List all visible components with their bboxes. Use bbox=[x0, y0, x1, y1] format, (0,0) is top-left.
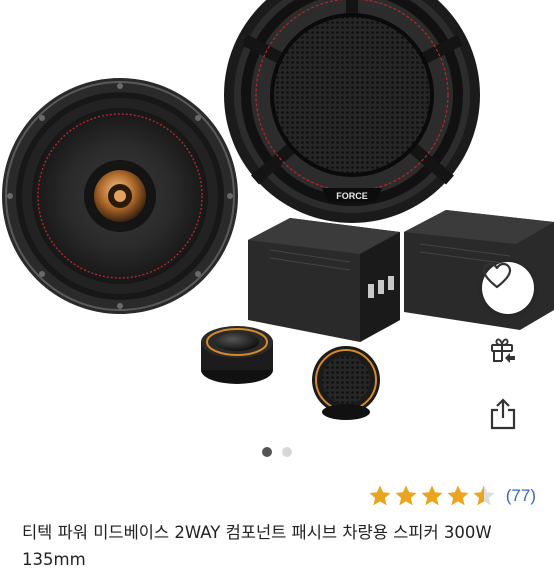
star-icon bbox=[421, 485, 443, 506]
brand-label: FORCE bbox=[336, 191, 368, 201]
carousel-dot-2[interactable] bbox=[282, 447, 292, 457]
carousel-indicator bbox=[0, 447, 554, 457]
crossover-image-left bbox=[248, 218, 400, 342]
product-title: 티텍 파워 미드베이스 2WAY 컴포넌트 패시브 차량용 스피커 300W 1… bbox=[22, 523, 492, 569]
grille-speaker-image: FORCE bbox=[224, 0, 480, 223]
gift-share-icon bbox=[491, 338, 515, 363]
rating-count[interactable]: (77) bbox=[506, 486, 536, 506]
woofer-image bbox=[2, 78, 238, 314]
star-icon bbox=[447, 485, 469, 506]
rating-summary[interactable]: (77) bbox=[368, 484, 536, 508]
product-image-carousel[interactable]: FORCE bbox=[0, 0, 554, 440]
gift-button[interactable] bbox=[488, 334, 528, 374]
share-button[interactable] bbox=[488, 398, 528, 438]
star-icon bbox=[369, 485, 391, 506]
heart-outline-icon bbox=[482, 262, 512, 289]
stars-icon bbox=[369, 485, 495, 506]
product-photo: FORCE bbox=[2, 0, 554, 420]
share-upload-icon bbox=[490, 398, 516, 430]
star-icon bbox=[395, 485, 417, 506]
half-star-icon bbox=[473, 485, 495, 506]
carousel-dot-1[interactable] bbox=[262, 447, 272, 457]
tweeter-image-left bbox=[201, 326, 273, 384]
tweeter-image-right bbox=[312, 346, 380, 420]
crossover-image-right bbox=[404, 210, 554, 330]
wishlist-button[interactable] bbox=[482, 262, 534, 314]
star-rating bbox=[368, 484, 500, 508]
